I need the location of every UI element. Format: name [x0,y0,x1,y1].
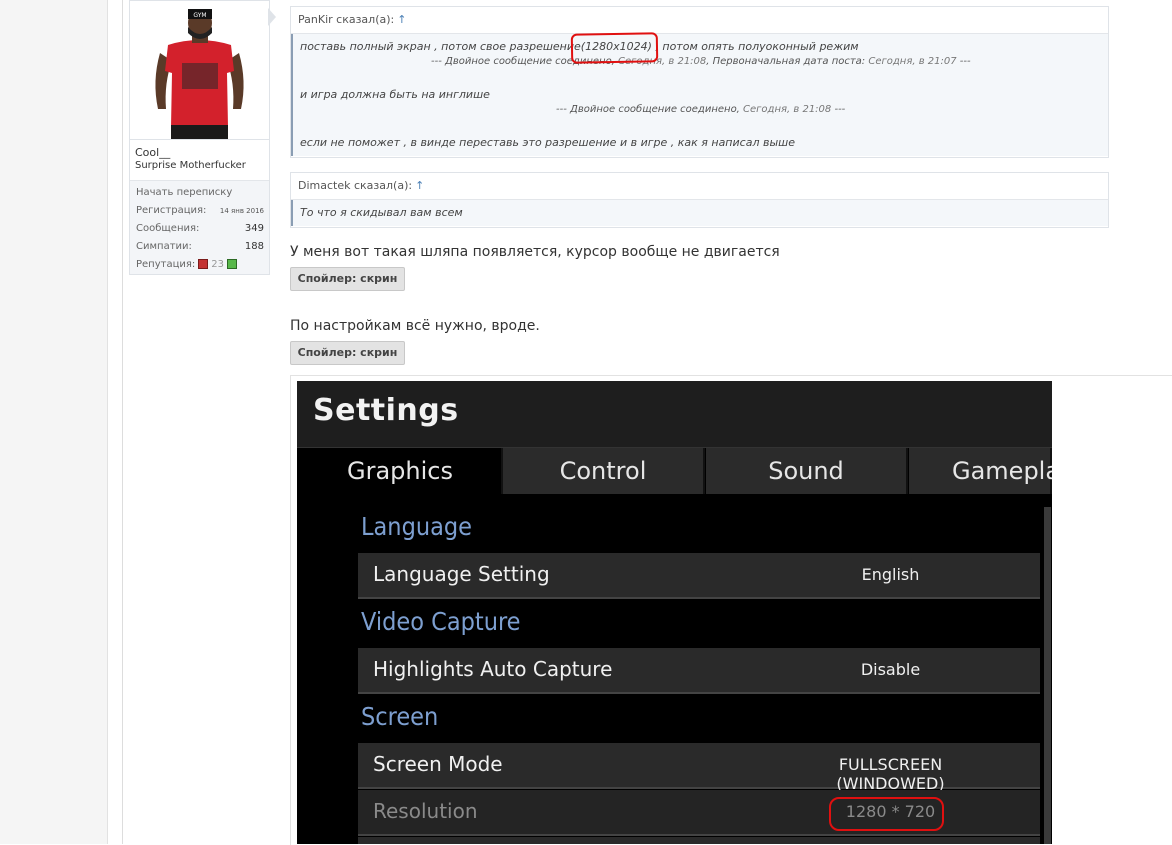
reputation-group: Репутация: 23 [136,259,238,270]
stat-likes: Симпатии: 188 [136,241,264,259]
merge-prefix: --- Двойное сообщение соединено, [556,104,744,115]
setting-value: Disable [860,660,921,679]
setting-label: Highlights Auto Capture [373,657,613,681]
quote-header: Dimactek сказал(а): ↑ [291,173,1108,200]
reputation-minus-icon[interactable] [198,259,209,269]
stat-reputation: Репутация: 23 [136,259,264,277]
quote-author[interactable]: PanKir сказал(а): [298,13,394,26]
quote-jump-arrow-icon[interactable]: ↑ [397,13,406,26]
setting-value: FULLSCREEN (WINDOWED) [836,755,945,793]
merge-notice: --- Двойное сообщение соединено, Сегодня… [431,56,971,67]
red-annotation-circle [829,797,944,831]
stat-value: 14 янв 2016 [219,207,264,215]
start-conversation-row: Начать переписку [136,187,264,205]
merge-date-original: Сегодня, в 21:07 [868,56,957,67]
spoiler-button[interactable]: Спойлер: скрин [290,341,405,365]
game-settings-screenshot: Settings Graphics Control Sound Gamepla … [297,381,1052,844]
merge-date: Сегодня, в 21:08 [743,104,832,115]
setting-value: English [861,565,920,584]
setting-label: Language Setting [373,562,550,586]
quote-text: поставь полный экран , потом свое разреш… [300,40,581,53]
quote-line: и игра должна быть на инглише [300,88,490,101]
quote-jump-arrow-icon[interactable]: ↑ [415,179,424,192]
setting-label: Screen Mode [373,752,503,776]
section-title: Video Capture [361,607,521,636]
user-info-panel: GYM Cool__ Surprise Motherfucker Начать … [129,0,270,275]
post-text: У меня вот такая шляпа появляется, курсо… [290,244,780,260]
tab-gameplay: Gamepla [909,448,1052,494]
username-link[interactable]: Cool__ [135,146,170,159]
merge-suffix: --- [956,56,971,67]
reputation-plus-icon[interactable] [227,259,238,269]
setting-row: Highlights Auto Capture Disable [358,648,1040,694]
section-title: Screen [361,702,439,731]
setting-label: Resolution [373,799,478,823]
tab-control: Control [503,448,705,494]
stat-messages: Сообщения: 349 [136,223,264,241]
quote-header: PanKir сказал(а): ↑ [291,7,1108,34]
quote-body: То что я скидывал вам всем [291,200,1108,226]
quote-author[interactable]: Dimactek сказал(а): [298,179,412,192]
merge-mid: , Первоначальная дата поста: [706,56,869,67]
user-name-box: Cool__ Surprise Motherfucker [130,140,269,181]
avatar-image: GYM [130,1,269,139]
reputation-value: 23 [211,259,225,270]
quote-line: То что я скидывал вам всем [300,206,463,219]
tab-graphics: Graphics [299,448,503,494]
game-scrollbar [1044,507,1051,844]
quote-body: поставь полный экран , потом свое разреш… [291,34,1108,156]
stat-registration: Регистрация: 14 янв 2016 [136,205,264,223]
setting-row: Screen Mode FULLSCREEN (WINDOWED) [358,743,1040,793]
stat-value: 188 [244,241,264,252]
stat-label: Регистрация: [136,205,207,216]
avatar-cap-text: GYM [193,12,206,19]
game-settings-title: Settings [313,393,459,428]
quote-block-pankir: PanKir сказал(а): ↑ поставь полный экран … [290,6,1109,158]
user-stats: Начать переписку Регистрация: 14 янв 201… [136,187,264,277]
post-text: По настройкам всё нужно, вроде. [290,318,540,334]
avatar[interactable]: GYM [130,1,269,140]
stat-value[interactable]: 349 [245,223,264,234]
content-divider [122,0,123,844]
red-annotation-circle [570,32,659,64]
section-title: Language [361,512,473,541]
page-left-background [0,0,108,844]
merge-suffix: --- [831,104,846,115]
merge-notice: --- Двойное сообщение соединено, Сегодня… [556,104,845,115]
setting-row: Language Setting English [358,553,1040,599]
setting-row-partial [358,837,1040,844]
start-conversation-link[interactable]: Начать переписку [136,187,232,198]
quote-text: , потом опять полуоконный режим [651,40,859,53]
post-pointer-arrow [268,8,276,26]
spoiler-button[interactable]: Спойлер: скрин [290,267,405,291]
quote-line: если не поможет , в винде переставь это … [300,136,795,149]
user-title: Surprise Motherfucker [135,160,246,171]
game-settings-header: Settings [297,381,1052,448]
tab-sound: Sound [706,448,908,494]
stat-label: Симпатии: [136,241,192,252]
stat-label: Сообщения: [136,223,200,234]
quote-block-dimactek: Dimactek сказал(а): ↑ То что я скидывал в… [290,172,1109,228]
reputation-label: Репутация: [136,259,196,270]
